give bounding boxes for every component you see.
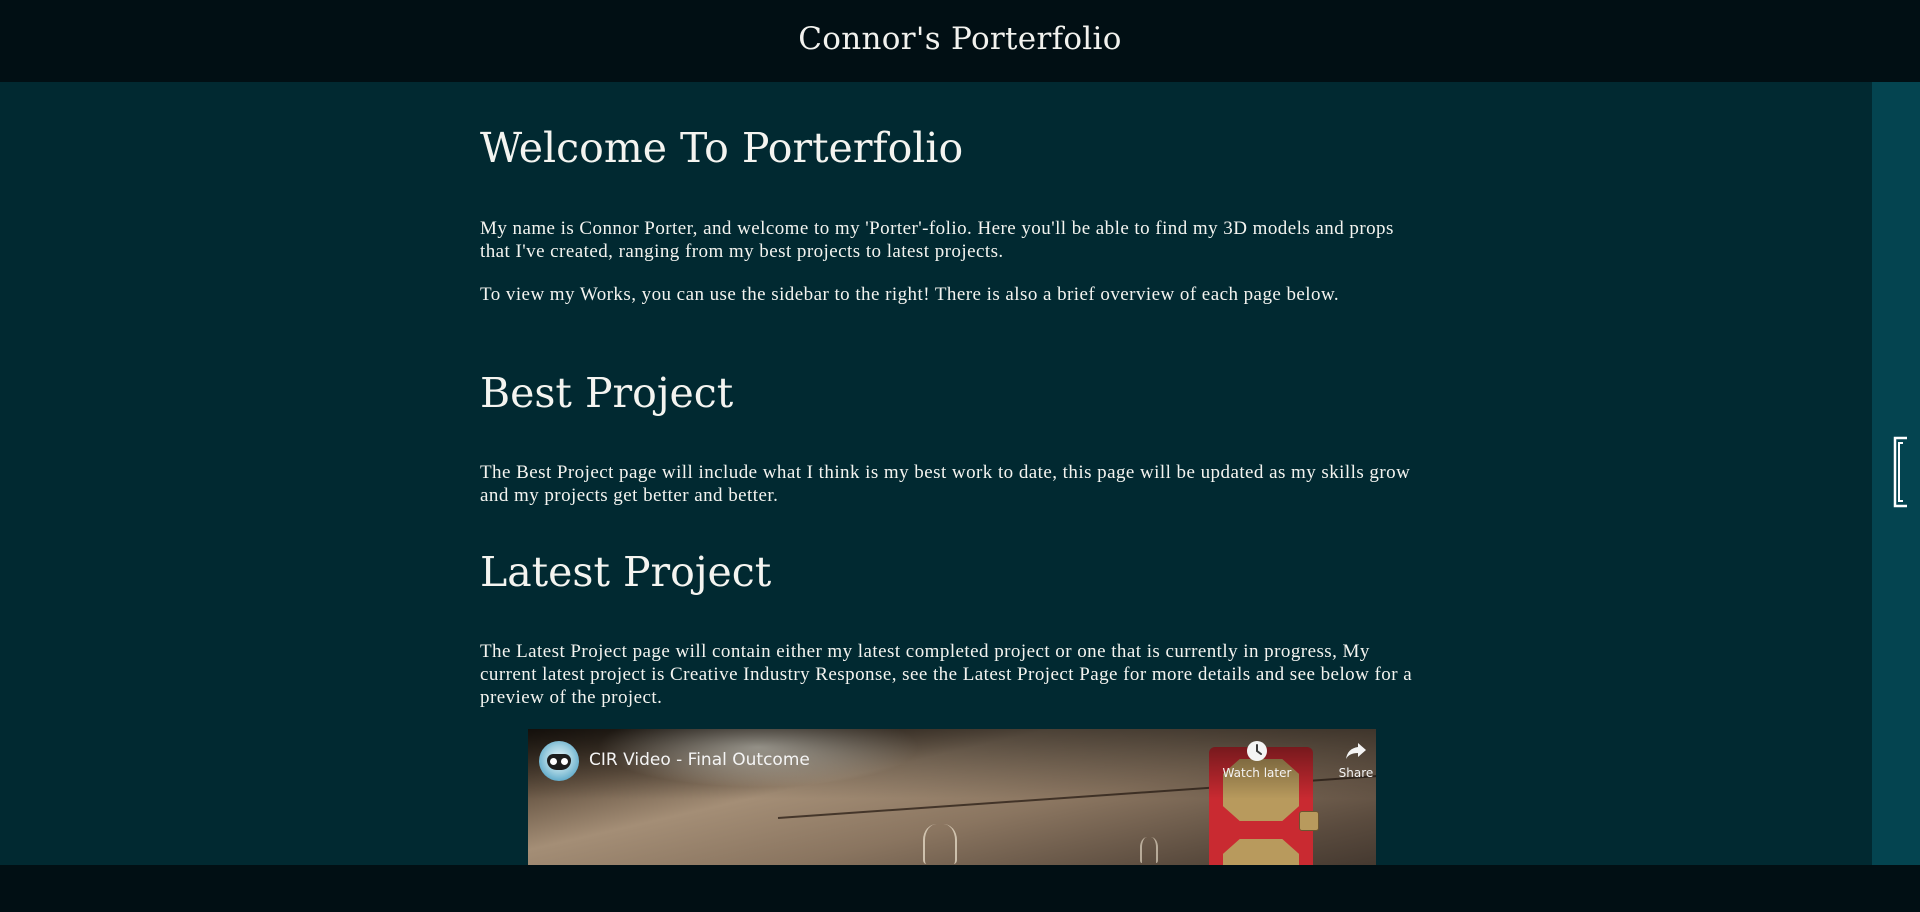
site-footer <box>0 865 1920 912</box>
share-button[interactable]: Share <box>1326 740 1376 780</box>
share-label: Share <box>1338 766 1374 780</box>
latest-project-heading: Latest Project <box>480 548 772 596</box>
site-title: Connor's Porterfolio <box>798 21 1122 57</box>
welcome-heading: Welcome To Porterfolio <box>480 124 964 172</box>
site-header: Connor's Porterfolio <box>0 0 1920 82</box>
youtube-video-embed[interactable]: CIR Video - Final Outcome Watch later Sh… <box>528 729 1376 865</box>
channel-avatar-icon[interactable] <box>539 741 579 781</box>
video-scene-light <box>1140 837 1158 863</box>
watch-later-button[interactable]: Watch later <box>1217 740 1297 780</box>
best-project-paragraph: The Best Project page will include what … <box>480 462 1411 506</box>
best-project-heading: Best Project <box>480 369 734 417</box>
main-content-area[interactable]: Welcome To Porterfolio My name is Connor… <box>0 82 1872 865</box>
welcome-paragraph-1: My name is Connor Porter, and welcome to… <box>480 218 1394 262</box>
video-title[interactable]: CIR Video - Final Outcome <box>589 750 810 770</box>
sidebar-strip <box>1872 82 1920 865</box>
latest-project-paragraph: The Latest Project page will contain eit… <box>480 641 1413 708</box>
welcome-paragraph-2: To view my Works, you can use the sideba… <box>480 284 1340 305</box>
share-arrow-icon <box>1346 743 1366 759</box>
watch-later-label: Watch later <box>1222 766 1292 780</box>
bracket-toggle-icon <box>1893 436 1907 508</box>
clock-icon <box>1247 741 1267 761</box>
sidebar-toggle-button[interactable] <box>1889 435 1909 509</box>
video-scene-chandelier <box>923 824 957 864</box>
